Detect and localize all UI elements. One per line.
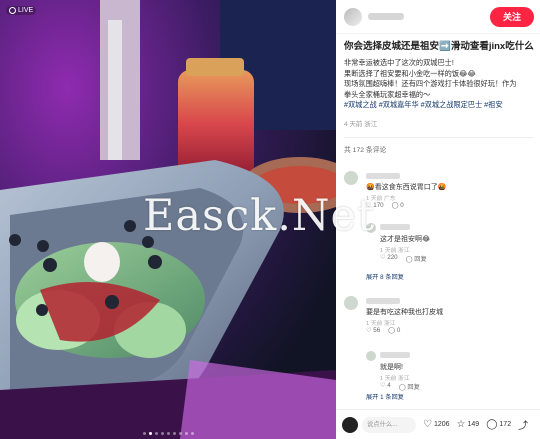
reply-time: 1 天前 浙江 xyxy=(380,248,410,254)
commenter-name[interactable] xyxy=(366,173,400,179)
commenter-avatar[interactable] xyxy=(344,296,358,310)
comment-text: 🤬看这食东西说胃口了🤬 xyxy=(366,184,447,191)
replier-name[interactable] xyxy=(380,352,410,358)
reply-time: 1 天前 浙江 xyxy=(380,376,410,382)
reply-like-button[interactable]: ♡ 4 xyxy=(380,382,391,391)
commenter-name[interactable] xyxy=(366,298,400,304)
post-tags[interactable]: #双城之战 #双城嘉年华 #双城之战限定巴士 #祖安 xyxy=(344,100,534,111)
author-header: 关注 xyxy=(336,0,540,34)
replier-avatar[interactable] xyxy=(366,351,376,361)
follow-button[interactable]: 关注 xyxy=(490,7,534,27)
post-content: 你会选择皮城还是祖安➡️滑动查看jinx吃什么 非常幸运被选中了这次的双城巴士!… xyxy=(344,40,534,154)
star-button[interactable]: ☆ 149 xyxy=(457,419,480,430)
replier-name[interactable] xyxy=(380,224,410,230)
author-name[interactable] xyxy=(368,13,404,20)
reply-reply-button[interactable]: ◯ 回复 xyxy=(406,254,427,263)
carousel-dots xyxy=(0,432,336,435)
carousel-dot[interactable] xyxy=(142,432,146,435)
post-line: 现场氛围超嗨棒！还有四个游戏打卡体验很好玩！作为 xyxy=(344,79,517,88)
expand-replies-link[interactable]: 展开 1 条回复 xyxy=(366,392,404,401)
comment-count: 共 172 条评论 xyxy=(344,146,387,154)
star-count: 149 xyxy=(467,421,480,428)
like-count: 56 xyxy=(373,327,381,334)
commenter-avatar[interactable] xyxy=(344,171,358,185)
live-badge: LIVE xyxy=(6,6,37,15)
post-line: 拳头全家桶玩家超幸福的～ xyxy=(344,89,431,99)
reply-actions: ♡ 220 ◯ 回复 xyxy=(380,254,427,263)
like-count: 1206 xyxy=(433,421,450,428)
live-label: LIVE xyxy=(18,7,34,14)
comment-like-button[interactable]: ♡ 56 xyxy=(366,327,380,334)
post-meta: 4 天前 浙江 xyxy=(344,120,378,128)
comment-time: 1 天前 浙江 xyxy=(366,321,396,327)
live-icon xyxy=(9,7,16,14)
reply-actions: ♡ 4 ◯ 回复 xyxy=(380,382,420,391)
watermark: Easck.Net xyxy=(143,191,376,241)
like-count: 220 xyxy=(387,254,398,261)
carousel-dot[interactable] xyxy=(166,432,170,435)
heart-icon: ♡ xyxy=(423,419,432,430)
carousel-dot[interactable] xyxy=(172,432,176,435)
reply-count: 0 xyxy=(400,202,404,209)
reply-count: 0 xyxy=(396,327,401,334)
carousel-dot-active[interactable] xyxy=(148,432,152,435)
carousel-dot[interactable] xyxy=(160,432,164,435)
comment-reply-button[interactable]: ◯ 0 xyxy=(388,327,400,334)
reply-reply-button[interactable]: ◯ 回复 xyxy=(399,382,420,391)
carousel-dot[interactable] xyxy=(184,432,188,435)
reply-label: 回复 xyxy=(407,384,420,391)
carousel-dot[interactable] xyxy=(154,432,158,435)
comment-button[interactable]: ◯ 172 xyxy=(486,419,511,430)
comment-actions: ♡ 56 ◯ 0 xyxy=(366,327,400,334)
comment-input[interactable]: 说点什么... xyxy=(362,416,416,433)
post-body: 非常幸运被选中了这次的双城巴士! 果断选择了祖安要和小金吃一样的饭😂😂 现场氛围… xyxy=(344,58,534,100)
comment-icon: ◯ xyxy=(486,419,498,430)
share-icon: ⤴ xyxy=(518,421,529,432)
expand-replies-link[interactable]: 展开 8 条回复 xyxy=(366,272,404,281)
star-icon: ☆ xyxy=(456,419,466,430)
reply-like-button[interactable]: ♡ 220 xyxy=(380,254,398,263)
carousel-dot[interactable] xyxy=(178,432,182,435)
my-avatar xyxy=(342,416,358,433)
author-avatar[interactable] xyxy=(344,7,362,26)
post-title: 你会选择皮城还是祖安➡️滑动查看jinx吃什么 xyxy=(344,41,534,52)
reply-text: 就是啊! xyxy=(380,364,403,371)
engagement-bar: 说点什么... ♡ 1206 ☆ 149 ◯ 172 ⤴ xyxy=(336,409,540,439)
like-count: 4 xyxy=(387,382,391,389)
post-line: 非常幸运被选中了这次的双城巴士! xyxy=(344,58,454,67)
comment-text: 要是有吃这种我也打皮城 xyxy=(366,309,443,316)
like-button[interactable]: ♡ 1206 xyxy=(423,419,450,430)
share-button[interactable]: ⤴ xyxy=(518,417,528,432)
comment-total: 172 xyxy=(499,421,512,428)
divider xyxy=(344,136,534,138)
carousel-dot[interactable] xyxy=(190,432,194,435)
post-line: 果断选择了祖安要和小金吃一样的饭😂😂 xyxy=(344,68,476,78)
reply-label: 回复 xyxy=(414,256,427,263)
comment-reply-button[interactable]: ◯ 0 xyxy=(392,202,404,209)
reply-text: 这才是祖安啊😂 xyxy=(380,236,431,243)
